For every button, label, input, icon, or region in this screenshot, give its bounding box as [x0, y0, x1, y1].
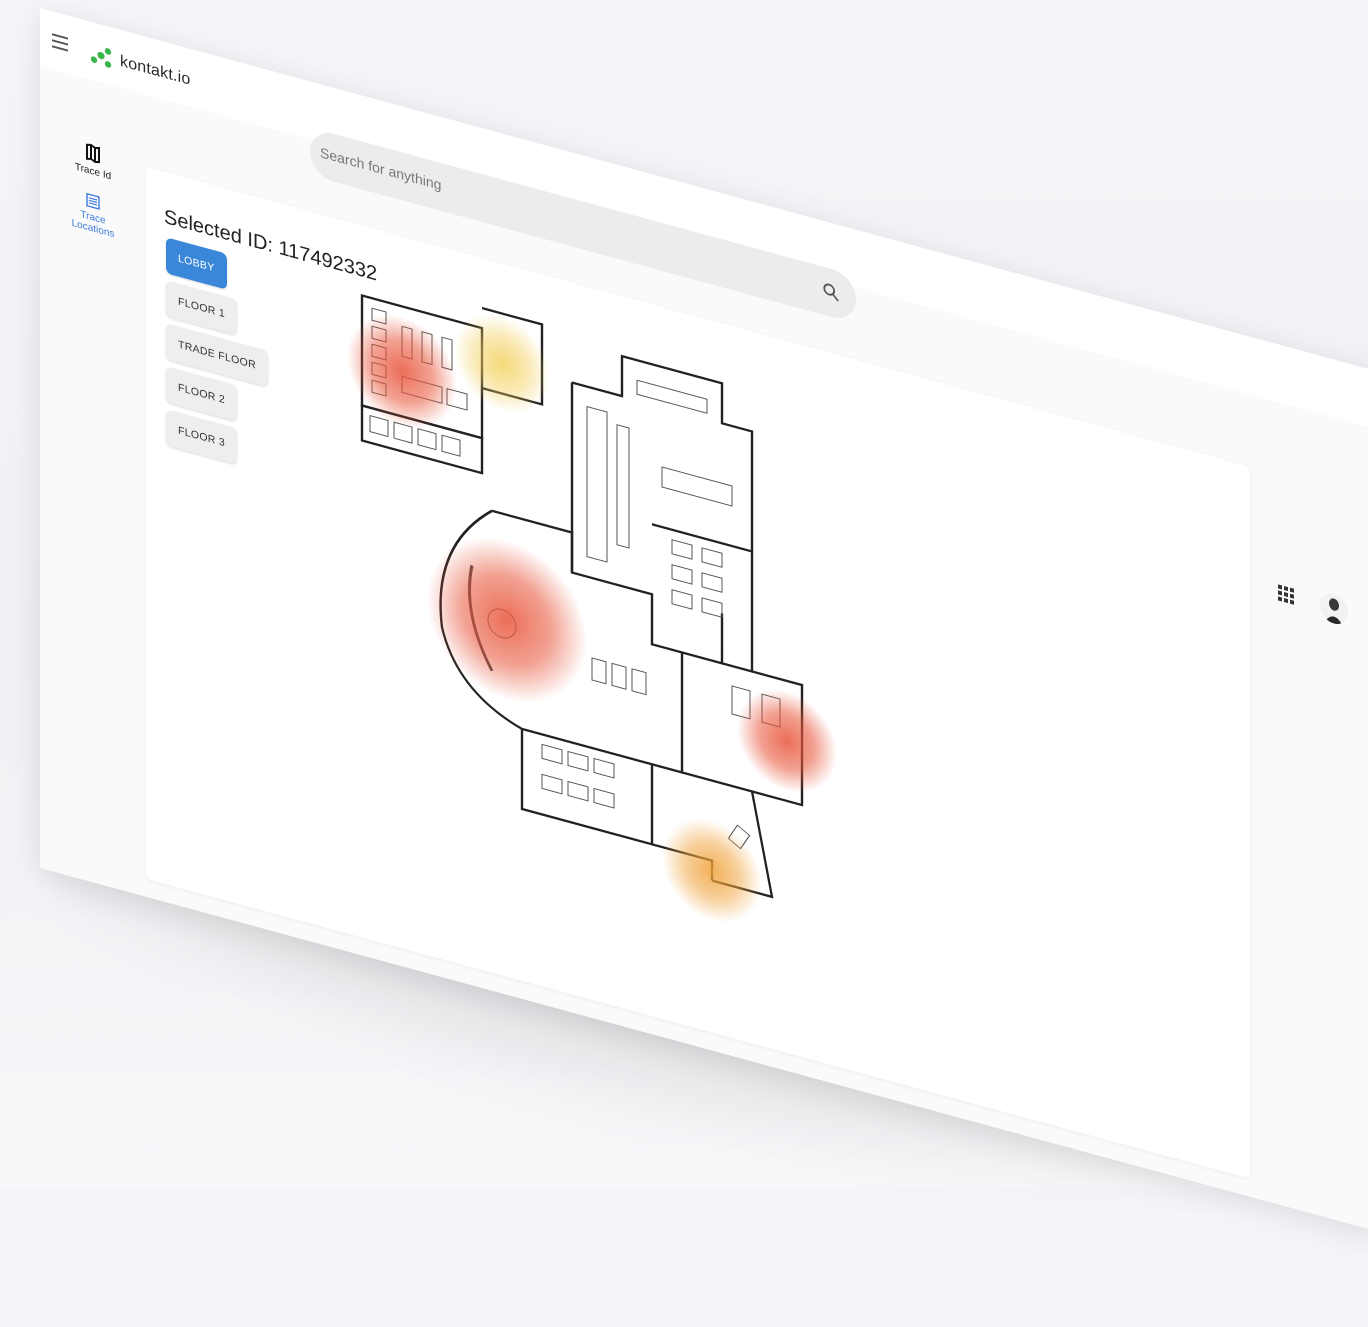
app-window: kontakt.io Search for anything Trace Id [40, 8, 1368, 1233]
sidebar-item-label: Trace Locations [71, 208, 115, 241]
avatar[interactable] [1320, 589, 1348, 628]
heat-zone-northwest [347, 314, 457, 429]
heat-zone-central [427, 536, 587, 703]
heat-zone-north [454, 313, 550, 414]
heat-zone-south [662, 818, 762, 923]
search-icon[interactable] [822, 280, 840, 303]
sidebar-item-trace-locations[interactable]: Trace Locations [62, 186, 124, 243]
heat-zone-east [737, 689, 837, 793]
sidebar-item-trace-id[interactable]: Trace Id [62, 136, 124, 186]
map-icon [86, 143, 100, 164]
user-avatar-icon [1325, 598, 1343, 627]
floor-plan-heatmap[interactable] [332, 257, 852, 958]
apps-grid-icon[interactable] [1278, 584, 1294, 605]
sidebar-item-label: Trace Id [74, 161, 112, 183]
list-icon [86, 192, 100, 210]
